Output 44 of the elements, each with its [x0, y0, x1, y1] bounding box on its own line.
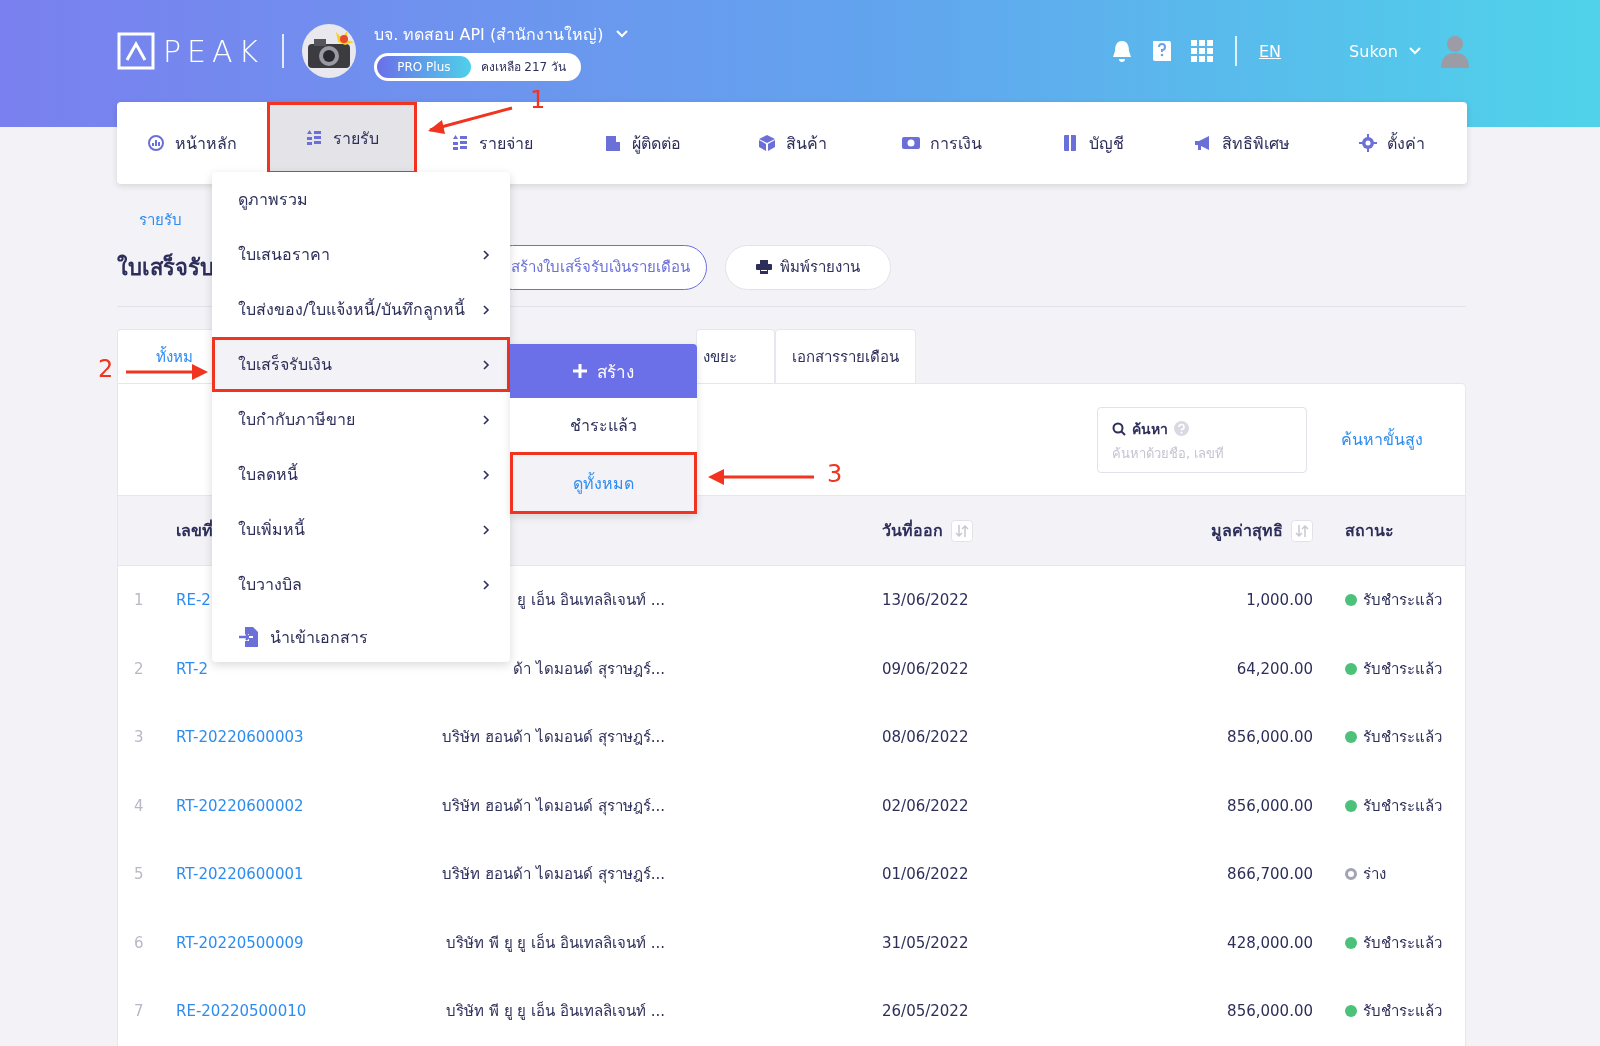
table-cell-text: 64,200.00: [1235, 659, 1313, 678]
table-cell-text: บริษัท พี ยู ยู เอ็น อินเทลลิเจนท์ ...: [445, 932, 665, 954]
row-number: 3: [133, 728, 145, 747]
status-text: รับชำระแล้ว: [1363, 932, 1442, 954]
plan-name: PRO Plus: [377, 55, 471, 78]
table-cell-text: 428,000.00: [1226, 933, 1313, 952]
row-number: 5: [133, 865, 145, 884]
table-cell-text: 31/05/2022: [882, 933, 970, 952]
column-header: เลขที่: [176, 518, 213, 542]
status-text: รับชำระแล้ว: [1363, 1001, 1442, 1023]
row-number: 7: [133, 1002, 145, 1021]
page-title: ใบเสร็จรับ: [117, 252, 214, 282]
table-cell-text: บริษัท ฮอนด้า ไดมอนด์ สุราษฎร์...: [441, 727, 665, 749]
table-cell-text: ยู เอ็น อินเทลลิเจนท์ ...: [516, 589, 665, 612]
row-number: 1: [133, 591, 145, 610]
annotation-number: 3: [827, 460, 843, 488]
annotation-number: 2: [98, 355, 114, 383]
table-cell-text: 1,000.00: [1245, 591, 1313, 610]
table-cell-text: ด้า ไดมอนด์ สุราษฎร์...: [512, 658, 665, 681]
table-cell-text: 13/06/2022: [882, 591, 970, 610]
table-cell-text: 09/06/2022: [882, 659, 970, 678]
column-header: สถานะ: [1345, 520, 1394, 542]
table-cell-text: 02/06/2022: [882, 796, 970, 815]
status-text: รับชำระแล้ว: [1363, 795, 1442, 817]
days-remaining: คงเหลือ 217 วัน: [479, 59, 568, 76]
table-cell-text: 856,000.00: [1226, 728, 1313, 747]
table-cell-text: 856,000.00: [1226, 796, 1313, 815]
row-number: 6: [133, 933, 145, 952]
search-label: ค้นหา: [1132, 419, 1168, 439]
status-text: รับชำระแล้ว: [1363, 658, 1442, 680]
table-cell-text: 856,000.00: [1226, 1002, 1313, 1021]
table-cell-text: 866,700.00: [1226, 865, 1313, 884]
table-cell-text: บริษัท พี ยู ยู เอ็น อินเทลลิเจนท์ ...: [445, 1000, 665, 1023]
table-cell-text: บริษัท ฮอนด้า ไดมอนด์ สุราษฎร์...: [441, 864, 665, 886]
row-number: 2: [133, 659, 145, 678]
table-cell-text: 01/06/2022: [882, 865, 970, 884]
table-cell-text: 26/05/2022: [882, 1002, 970, 1021]
row-number: 4: [133, 796, 145, 815]
status-text: รับชำระแล้ว: [1363, 727, 1442, 749]
table-cell-text: บริษัท ฮอนด้า ไดมอนด์ สุราษฎร์...: [441, 795, 665, 818]
logo-text: PEAK: [163, 33, 265, 69]
status-text: รับชำระแล้ว: [1363, 590, 1442, 612]
table-cell-text: 08/06/2022: [882, 728, 970, 747]
status-text: ร่าง: [1363, 864, 1386, 886]
